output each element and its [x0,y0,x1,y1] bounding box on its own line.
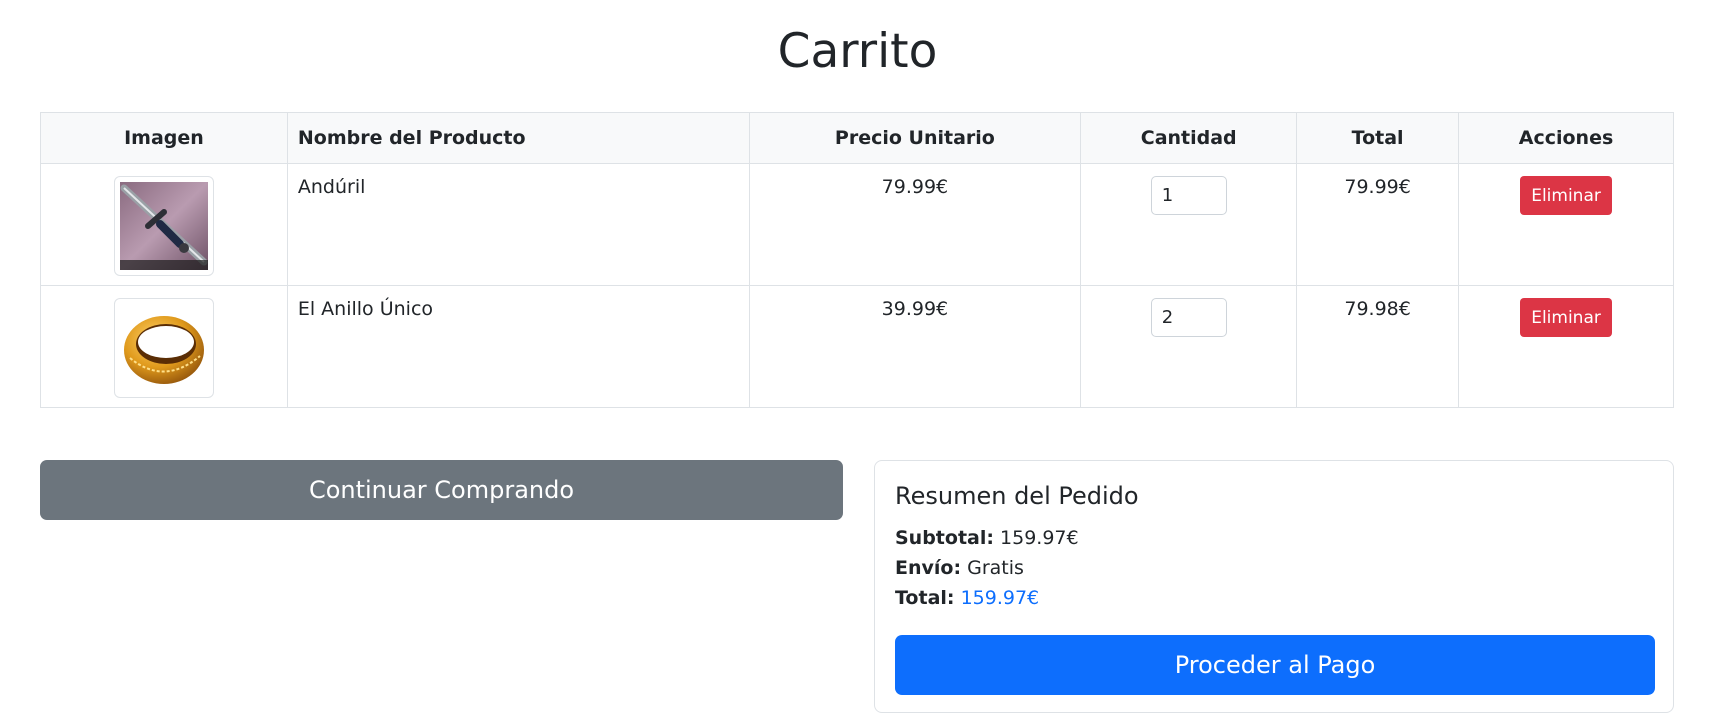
summary-total: Total: 159.97€ [895,583,1653,613]
remove-button[interactable]: Eliminar [1520,176,1612,215]
header-image: Imagen [40,112,288,164]
product-name: El Anillo Único [286,285,750,408]
summary-title: Resumen del Pedido [895,482,1139,510]
header-unit-price: Precio Unitario [748,112,1082,164]
table-header-row: Imagen Nombre del Producto Precio Unitar… [40,112,1674,164]
subtotal-label: Subtotal: [895,527,994,549]
quantity-cell [1080,163,1298,286]
total-label: Total: [895,587,955,609]
actions-cell: Eliminar [1458,163,1674,286]
table-row: El Anillo Único 39.99€ 79.98€ Eliminar [40,285,1674,408]
shipping-label: Envío: [895,557,962,579]
page-title: Carrito [777,24,938,79]
row-total: 79.99€ [1296,163,1460,286]
header-product-name: Nombre del Producto [286,112,750,164]
ring-image [113,298,214,398]
summary-subtotal: Subtotal: 159.97€ [895,523,1653,553]
product-name: Andúril [286,163,750,286]
remove-button[interactable]: Eliminar [1520,298,1612,337]
quantity-input[interactable] [1150,298,1227,337]
order-summary-card: Resumen del Pedido Subtotal: 159.97€ Env… [874,460,1674,713]
header-quantity: Cantidad [1080,112,1298,164]
summary-shipping: Envío: Gratis [895,553,1653,583]
subtotal-value: 159.97€ [1000,527,1079,549]
actions-cell: Eliminar [1458,285,1674,408]
unit-price: 79.99€ [748,163,1082,286]
table-row: Andúril 79.99€ 79.99€ Eliminar [40,163,1674,286]
shipping-value: Gratis [967,557,1024,579]
product-image-cell [40,285,288,408]
unit-price: 39.99€ [748,285,1082,408]
proceed-to-payment-button[interactable]: Proceder al Pago [895,635,1655,695]
total-value: 159.97€ [960,587,1040,609]
header-total: Total [1296,112,1460,164]
continue-shopping-button[interactable]: Continuar Comprando [40,460,843,520]
quantity-cell [1080,285,1298,408]
header-actions: Acciones [1458,112,1674,164]
quantity-input[interactable] [1150,176,1227,215]
cart-table: Imagen Nombre del Producto Precio Unitar… [40,112,1674,408]
row-total: 79.98€ [1296,285,1460,408]
sword-image [113,176,214,276]
product-image-cell [40,163,288,286]
